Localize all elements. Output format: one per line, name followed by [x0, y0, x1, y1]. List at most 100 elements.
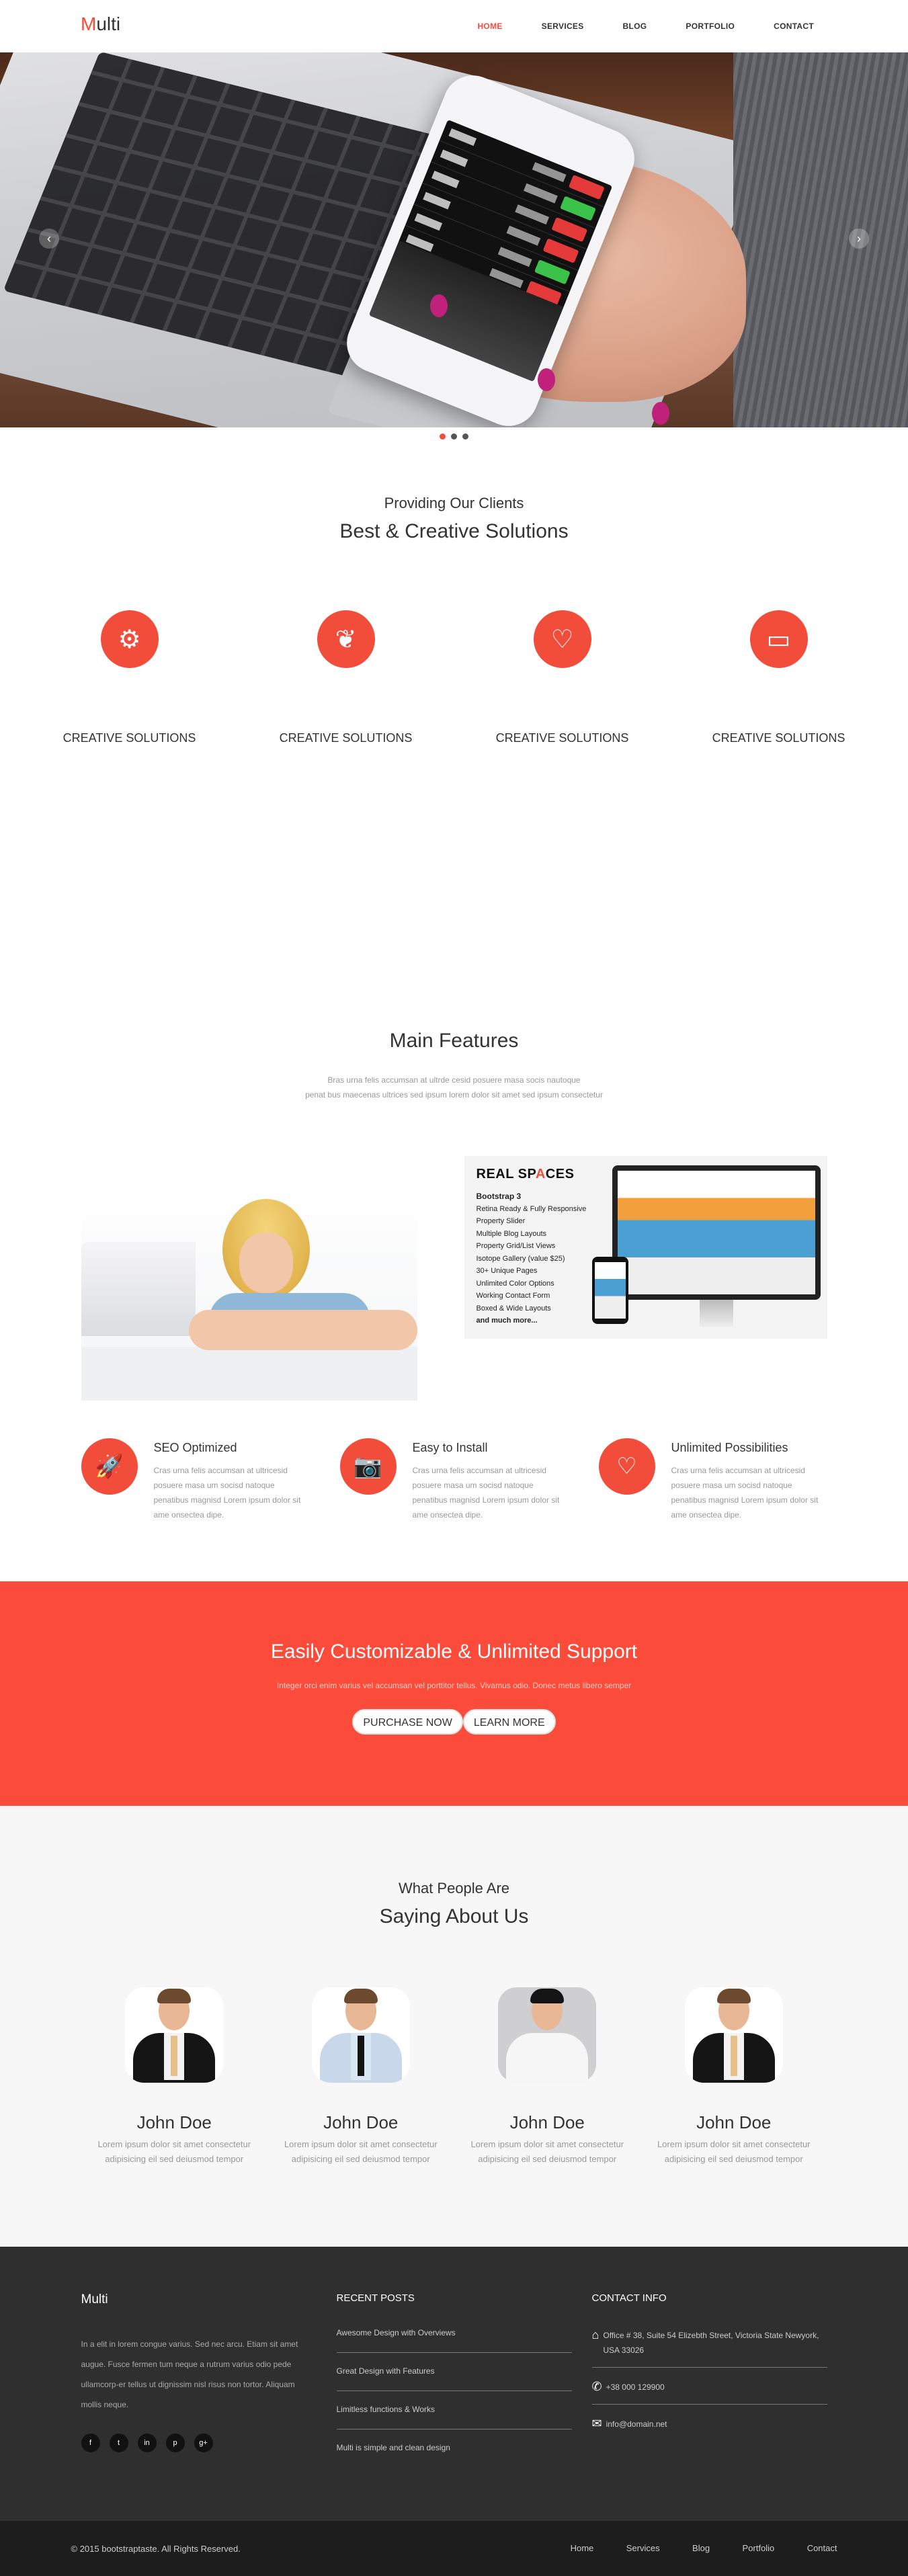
contact-info-title: CONTACT INFO [591, 2292, 667, 2304]
footer-recent-posts: RECENT POSTS Awesome Design with Overvie… [336, 2292, 592, 2481]
list-item: and much more... [476, 1317, 538, 1325]
copyright: © 2015 bootstraptaste. All Rights Reserv… [71, 2543, 241, 2554]
features-desc-line: Bras urna felis accumsan at ultrde cesid… [327, 1075, 581, 1085]
nav-services[interactable]: SERVICES [542, 22, 584, 31]
hero-nail [652, 402, 669, 425]
nav-blog[interactable]: BLOG [623, 22, 647, 31]
logo-text: ulti [96, 13, 121, 34]
footer-link-services[interactable]: Services [626, 2543, 660, 2553]
person-name: John Doe [136, 2112, 212, 2132]
hero-nail [430, 294, 448, 317]
person-quote: Lorem ipsum dolor sit amet consectetur ad… [470, 2139, 624, 2164]
solution-label: CREATIVE SOLUTIONS [495, 731, 629, 745]
social-links: f t in p g+ [81, 2434, 337, 2452]
logo-initial: M [81, 13, 97, 34]
chevron-right-icon[interactable]: › [849, 228, 869, 249]
avatar [125, 1987, 224, 2083]
testimonials-subtitle: What People Are [398, 1880, 510, 1897]
testimonial-item: John Doe Lorem ipsum dolor sit amet cons… [81, 1987, 268, 2167]
perk-text: Cras urna felis accumsan at ultricesid p… [671, 1466, 819, 1520]
recent-posts-list: Awesome Design with Overviews Great Desi… [336, 2328, 592, 2467]
phone-icon: ✆ [591, 2380, 602, 2393]
perk-item: 🚀 SEO Optimized Cras urna felis accumsan… [81, 1438, 310, 1522]
testimonial-item: John Doe Lorem ipsum dolor sit amet cons… [641, 1987, 827, 2167]
avatar [684, 1987, 783, 2083]
pinterest-icon[interactable]: p [165, 2434, 185, 2452]
contact-address: ⌂ Office # 38, Suite 54 Elizebth Street,… [591, 2328, 827, 2368]
hero-nail [538, 368, 555, 391]
features-description: Bras urna felis accumsan at ultrde cesid… [0, 1073, 908, 1102]
perk-text: Cras urna felis accumsan at ultricesid p… [412, 1466, 560, 1520]
solution-label: CREATIVE SOLUTIONS [712, 731, 845, 745]
perk-title: Unlimited Possibilities [671, 1441, 788, 1454]
perks-list: 🚀 SEO Optimized Cras urna felis accumsan… [81, 1438, 827, 1522]
person-quote: Lorem ipsum dolor sit amet consectetur ad… [97, 2139, 251, 2164]
person-name: John Doe [696, 2112, 772, 2132]
heart-icon: ♡ [533, 610, 591, 668]
nav-portfolio[interactable]: PORTFOLIO [686, 22, 735, 31]
cta-title: Easily Customizable & Unlimited Support [270, 1640, 638, 1663]
perk-title: Easy to Install [412, 1441, 488, 1454]
phone-mockup [591, 1257, 628, 1324]
solution-label: CREATIVE SOLUTIONS [63, 731, 196, 745]
rocket-icon: 🚀 [81, 1438, 138, 1495]
google-plus-icon[interactable]: g+ [194, 2434, 213, 2452]
recent-post-link[interactable]: Great Design with Features [336, 2366, 572, 2391]
slider-dot-3[interactable] [462, 433, 468, 440]
testimonials-section: What People Are Saying About Us John Doe… [0, 1806, 908, 2247]
perk-text: Cras urna felis accumsan at ultricesid p… [153, 1466, 301, 1520]
email-link[interactable]: info@domain.net [606, 2417, 667, 2432]
features-title: Main Features [389, 1030, 519, 1052]
solution-item: ❦ CREATIVE SOLUTIONS [272, 610, 420, 745]
perk-item: 📷 Easy to Install Cras urna felis accums… [339, 1438, 569, 1522]
contact-list: ⌂ Office # 38, Suite 54 Elizebth Street,… [591, 2328, 827, 2441]
footer-link-contact[interactable]: Contact [807, 2543, 837, 2553]
nav-contact[interactable]: CONTACT [774, 22, 814, 31]
slider-dot-2[interactable] [451, 433, 457, 440]
laptop-icon: ▭ [749, 610, 808, 668]
avatar [498, 1987, 597, 2083]
site-header: Multi HOME SERVICES BLOG PORTFOLIO CONTA… [0, 0, 908, 52]
testimonial-item: John Doe Lorem ipsum dolor sit amet cons… [454, 1987, 641, 2167]
girl-laptop-image [81, 1186, 417, 1401]
slider-dot-1[interactable] [440, 433, 446, 440]
features-images: REAL SPACES Bootstrap 3 Retina Ready & F… [81, 1156, 827, 1401]
person-quote: Lorem ipsum dolor sit amet consectetur ad… [284, 2139, 438, 2164]
footer-link-blog[interactable]: Blog [692, 2543, 710, 2553]
features-desc-line: penat bus maecenas ultrices sed ipsum lo… [305, 1090, 603, 1099]
recent-post-link[interactable]: Limitless functions & Works [336, 2405, 572, 2429]
twitter-icon[interactable]: t [109, 2434, 128, 2452]
chevron-left-icon[interactable]: ‹ [39, 228, 59, 249]
contact-email: ✉ info@domain.net [592, 2417, 827, 2441]
linkedin-icon[interactable]: in [137, 2434, 157, 2452]
facebook-icon[interactable]: f [81, 2434, 100, 2452]
heart-icon: ♡ [598, 1438, 655, 1495]
solution-item: ♡ CREATIVE SOLUTIONS [489, 610, 636, 745]
testimonials-heading: What People Are Saying About Us [0, 1880, 908, 1928]
testimonial-item: John Doe Lorem ipsum dolor sit amet cons… [267, 1987, 454, 2167]
cta-text: Integer orci enim varius vel accumsan ve… [276, 1681, 632, 1690]
site-logo[interactable]: Multi [81, 13, 120, 35]
camera-icon: 📷 [339, 1438, 397, 1495]
footer-link-portfolio[interactable]: Portfolio [743, 2543, 775, 2553]
avatar [311, 1987, 410, 2083]
recent-post-link[interactable]: Multi is simple and clean design [337, 2443, 572, 2467]
perk-title: SEO Optimized [153, 1441, 237, 1454]
solutions-list: ⚙ CREATIVE SOLUTIONS ❦ CREATIVE SOLUTION… [56, 610, 853, 745]
realspaces-image: REAL SPACES Bootstrap 3 Retina Ready & F… [464, 1156, 827, 1339]
solutions-heading: Providing Our Clients Best & Creative So… [0, 495, 908, 543]
learn-more-button[interactable]: LEARN MORE [462, 1709, 556, 1735]
home-icon: ⌂ [591, 2328, 600, 2341]
footer-columns: Multi In a elit in lorem congue varius. … [81, 2292, 827, 2481]
site-footer: Multi In a elit in lorem congue varius. … [0, 2247, 908, 2521]
main-nav: HOME SERVICES BLOG PORTFOLIO CONTACT [438, 22, 814, 31]
solution-item: ▭ CREATIVE SOLUTIONS [705, 610, 853, 745]
footer-link-home[interactable]: Home [571, 2543, 594, 2553]
cta-section: Easily Customizable & Unlimited Support … [0, 1581, 908, 1806]
slider-dots [0, 427, 908, 445]
monitor-mockup [612, 1165, 821, 1327]
recent-post-link[interactable]: Awesome Design with Overviews [336, 2328, 572, 2353]
nav-home[interactable]: HOME [477, 22, 502, 31]
solutions-section: Providing Our Clients Best & Creative So… [0, 445, 908, 1030]
purchase-now-button[interactable]: PURCHASE NOW [352, 1709, 463, 1735]
